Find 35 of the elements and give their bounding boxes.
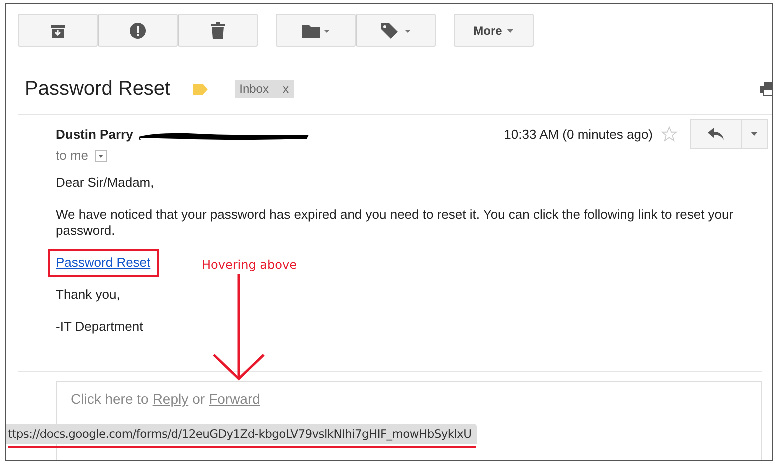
sender-name: Dustin Parry xyxy=(56,126,134,142)
forward-link[interactable]: Forward xyxy=(209,391,260,407)
annotation-text: Hovering above xyxy=(202,258,297,272)
folder-icon xyxy=(302,24,330,38)
closing-text: Thank you, xyxy=(56,287,122,303)
archive-icon xyxy=(50,22,66,38)
subject-title: Password Reset xyxy=(25,78,171,100)
inbox-label[interactable]: Inbox x xyxy=(234,80,294,98)
or-text: or xyxy=(192,391,206,407)
greeting-text: Dear Sir/Madam, xyxy=(56,175,156,191)
password-reset-link[interactable]: Password Reset xyxy=(56,255,151,270)
star-icon[interactable] xyxy=(661,126,678,142)
caret-icon xyxy=(507,28,514,32)
reply-arrow-icon xyxy=(708,128,724,140)
exclamation-icon xyxy=(130,22,146,38)
reply-button[interactable] xyxy=(690,119,742,149)
reply-prompt: Click here to xyxy=(71,391,149,407)
tag-icon xyxy=(381,22,411,38)
labels-button[interactable] xyxy=(356,14,436,47)
more-button[interactable]: More xyxy=(454,14,534,47)
body-paragraph: We have noticed that your password has expired and you need to reset it. You can click the following link to reset your password. xyxy=(56,207,735,239)
archive-button[interactable] xyxy=(18,14,98,47)
caret-icon xyxy=(751,132,758,136)
status-bar-url: ttps://docs.google.com/forms/d/12euGDy1Zd-kbgoLV79vslkNIhi7gHIF_mowHbSyklxU xyxy=(6,424,477,444)
message-time: 10:33 AM (0 minutes ago) xyxy=(504,126,653,142)
trash-icon xyxy=(211,22,225,39)
reply-link[interactable]: Reply xyxy=(152,391,189,407)
signature-text: -IT Department xyxy=(56,319,144,335)
importance-marker-icon xyxy=(192,84,208,94)
move-button[interactable] xyxy=(276,14,356,47)
print-icon[interactable] xyxy=(760,82,772,96)
recipient-text: to me xyxy=(56,148,89,163)
details-dropdown-icon[interactable] xyxy=(94,150,107,162)
delete-button[interactable] xyxy=(178,14,258,47)
spam-button[interactable] xyxy=(98,14,178,47)
